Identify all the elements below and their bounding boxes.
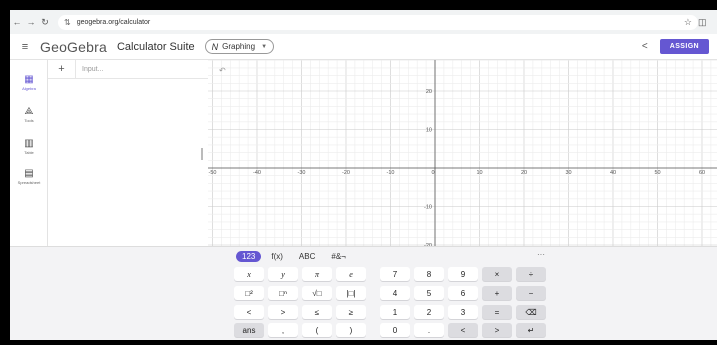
x-tick-label: 20 bbox=[521, 170, 527, 176]
tab-functions[interactable]: f(x) bbox=[265, 251, 289, 262]
app-switcher-label: Graphing bbox=[222, 42, 256, 51]
url-text: geogebra.org/calculator bbox=[76, 18, 151, 26]
x-key[interactable]: x bbox=[234, 267, 264, 281]
digit-5-key[interactable]: 5 bbox=[414, 286, 444, 300]
coordinate-grid[interactable]: -50 -40 -30 -20 -10 0 10 20 30 40 50 602010-10-20 bbox=[208, 60, 717, 246]
digit-4-key[interactable]: 4 bbox=[380, 286, 410, 300]
comma-key[interactable]: , bbox=[268, 323, 298, 337]
rail-item-label: Table bbox=[24, 150, 34, 155]
address-bar[interactable]: ⇅ geogebra.org/calculator ☆ bbox=[58, 14, 698, 30]
undo-icon[interactable]: ↶ bbox=[219, 66, 226, 75]
x-tick-label: -10 bbox=[387, 170, 395, 176]
cursor-left-key[interactable]: < bbox=[448, 323, 478, 337]
equals-key[interactable]: = bbox=[482, 305, 512, 319]
assign-button[interactable]: ASSIGN bbox=[659, 39, 709, 54]
tab-letters[interactable]: ABC bbox=[293, 251, 321, 262]
tab-symbols[interactable]: #&¬ bbox=[325, 251, 351, 262]
panel-resize-handle[interactable] bbox=[201, 148, 203, 160]
decimal-key[interactable]: . bbox=[414, 323, 444, 337]
algebra-icon: ▦ bbox=[24, 74, 34, 85]
y-key[interactable]: y bbox=[268, 267, 298, 281]
x-tick-label: 50 bbox=[654, 170, 660, 176]
less-equal-key[interactable]: ≤ bbox=[302, 305, 332, 319]
enter-key[interactable]: ↵ bbox=[516, 323, 546, 337]
multiply-key[interactable]: × bbox=[482, 267, 512, 281]
app-suite-title: Calculator Suite bbox=[116, 40, 195, 53]
rail-item-table[interactable]: ▥ Table bbox=[10, 138, 48, 156]
backspace-key[interactable]: ⌫ bbox=[516, 305, 546, 319]
tools-icon: ⟁ bbox=[24, 106, 34, 117]
bookmark-star-icon[interactable]: ☆ bbox=[684, 17, 692, 28]
x-tick-label: 40 bbox=[610, 170, 616, 176]
forward-icon[interactable]: → bbox=[24, 17, 38, 27]
graphing-icon: N bbox=[211, 41, 219, 52]
rail-item-label: Algebra bbox=[22, 86, 36, 91]
share-icon[interactable]: < bbox=[642, 41, 648, 52]
tab-numbers[interactable]: 123 bbox=[236, 251, 262, 262]
virtual-keyboard: 123 f(x) ABC #&¬ ··· x y π e 7 8 9 × ÷ □² □ⁿ √□ |□| 4… bbox=[10, 246, 717, 340]
abs-key[interactable]: |□| bbox=[336, 286, 366, 300]
divide-key[interactable]: ÷ bbox=[516, 267, 546, 281]
browser-toolbar: ← → ↻ ⇅ geogebra.org/calculator ☆ ◫ bbox=[10, 10, 717, 34]
power-key[interactable]: □ⁿ bbox=[268, 286, 298, 300]
app-switcher-button[interactable]: N Graphing ▼ bbox=[204, 39, 275, 54]
sqrt-key[interactable]: √□ bbox=[302, 286, 332, 300]
greater-equal-key[interactable]: ≥ bbox=[336, 305, 366, 319]
digit-3-key[interactable]: 3 bbox=[448, 305, 478, 319]
ans-key[interactable]: ans bbox=[234, 323, 264, 337]
y-tick-label: -10 bbox=[424, 205, 432, 211]
more-options-icon[interactable]: ··· bbox=[537, 250, 545, 259]
x-tick-label: -20 bbox=[342, 170, 350, 176]
graphics-view[interactable]: -50 -40 -30 -20 -10 0 10 20 30 40 50 60 20 10 -10 -20 ↶ bbox=[208, 60, 717, 246]
extensions-icon[interactable]: ◫ bbox=[698, 17, 708, 28]
add-item-icon[interactable]: + bbox=[48, 59, 76, 79]
cursor-right-key[interactable]: > bbox=[482, 323, 512, 337]
x-tick-label: 60 bbox=[699, 170, 705, 176]
close-paren-key[interactable]: ) bbox=[336, 323, 366, 337]
keyboard-tabs: 123 f(x) ABC #&¬ bbox=[236, 251, 356, 262]
x-tick-label: 10 bbox=[476, 170, 482, 176]
digit-2-key[interactable]: 2 bbox=[414, 305, 444, 319]
less-than-key[interactable]: < bbox=[234, 305, 264, 319]
euler-key[interactable]: e bbox=[336, 267, 366, 281]
open-paren-key[interactable]: ( bbox=[302, 323, 332, 337]
digit-9-key[interactable]: 9 bbox=[448, 267, 478, 281]
rail-item-label: Spreadsheet bbox=[17, 180, 41, 185]
app-header: ≡ GeoGebra Calculator Suite N Graphing ▼… bbox=[10, 34, 717, 60]
rail-item-tools[interactable]: ⟁ Tools bbox=[10, 106, 48, 124]
x-tick-label: 0 bbox=[431, 170, 434, 176]
plus-key[interactable]: + bbox=[482, 286, 512, 300]
rail-item-algebra[interactable]: ▦ Algebra bbox=[10, 74, 48, 92]
square-key[interactable]: □² bbox=[234, 286, 264, 300]
digit-7-key[interactable]: 7 bbox=[380, 267, 410, 281]
algebra-input[interactable]: Input... bbox=[76, 66, 103, 73]
algebra-input-row[interactable]: + Input... bbox=[48, 59, 208, 79]
algebra-panel: + Input... bbox=[48, 59, 208, 246]
rail-item-spreadsheet[interactable]: ▤ Spreadsheet bbox=[10, 168, 48, 186]
chevron-down-icon: ▼ bbox=[261, 43, 268, 50]
back-icon[interactable]: ← bbox=[10, 17, 24, 27]
digit-0-key[interactable]: 0 bbox=[380, 323, 410, 337]
x-tick-label: 30 bbox=[565, 170, 571, 176]
y-tick-label: 20 bbox=[426, 89, 432, 95]
digit-8-key[interactable]: 8 bbox=[414, 267, 444, 281]
minus-key[interactable]: − bbox=[516, 286, 546, 300]
rail-item-label: Tools bbox=[24, 118, 34, 123]
site-settings-icon[interactable]: ⇅ bbox=[64, 18, 71, 27]
y-tick-label: 10 bbox=[426, 128, 432, 134]
x-tick-label: -50 bbox=[209, 170, 217, 176]
x-tick-label: -40 bbox=[253, 170, 261, 176]
spreadsheet-icon: ▤ bbox=[24, 168, 34, 179]
digit-1-key[interactable]: 1 bbox=[380, 305, 410, 319]
digit-6-key[interactable]: 6 bbox=[448, 286, 478, 300]
greater-than-key[interactable]: > bbox=[268, 305, 298, 319]
x-tick-label: -30 bbox=[298, 170, 306, 176]
geogebra-logo: GeoGebra bbox=[40, 38, 107, 55]
pi-key[interactable]: π bbox=[302, 267, 332, 281]
menu-icon[interactable]: ≡ bbox=[10, 41, 40, 53]
reload-icon[interactable]: ↻ bbox=[38, 17, 52, 28]
table-icon: ▥ bbox=[24, 138, 34, 149]
